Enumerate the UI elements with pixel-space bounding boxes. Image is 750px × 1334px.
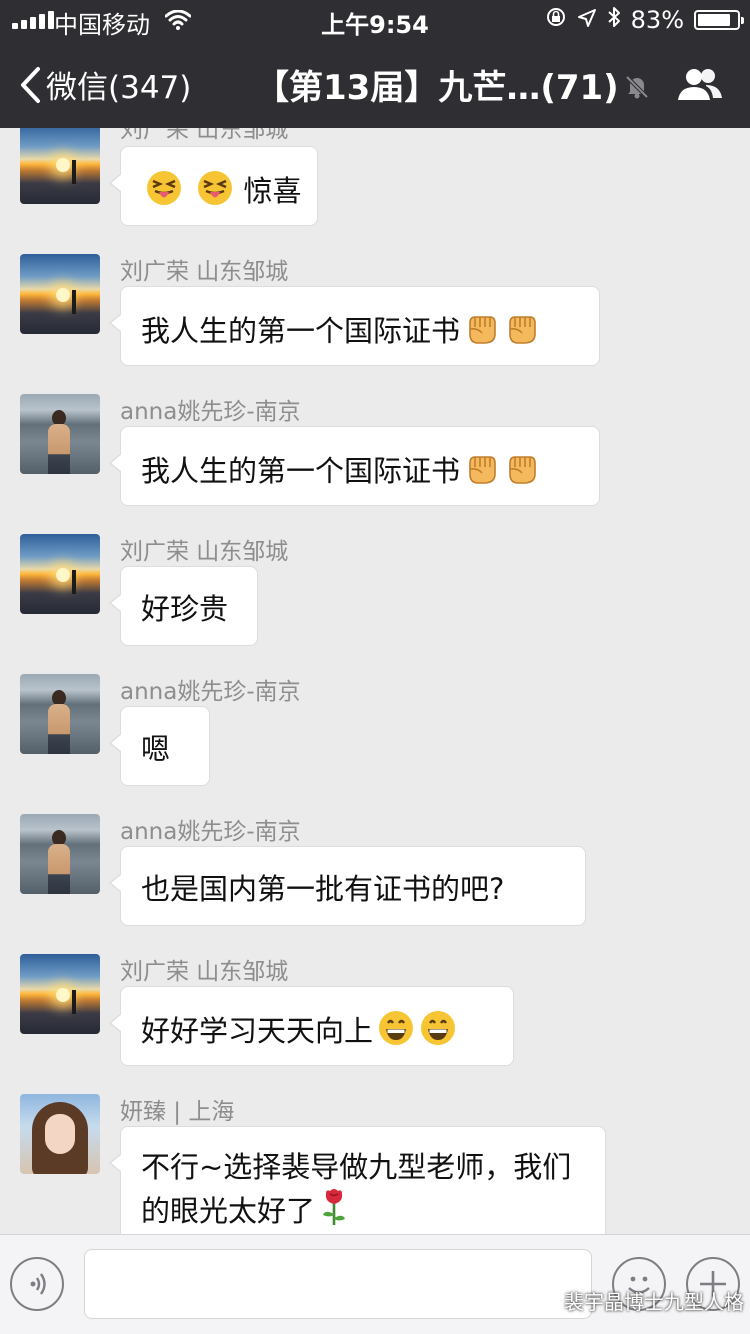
sender-avatar[interactable] <box>20 1094 100 1174</box>
sender-avatar[interactable] <box>20 814 100 894</box>
message-text: 好好学习天天向上 <box>141 1014 374 1048</box>
grinning-emoji <box>421 1011 456 1045</box>
sender-name: 刘广荣 山东邹城 <box>120 959 289 985</box>
message-text: 我人生的第一个国际证书 <box>141 314 461 348</box>
sender-avatar[interactable] <box>20 128 100 204</box>
orientation-lock-icon <box>545 6 567 34</box>
watermark-text: 裴宇晶博士九型人格 <box>564 1290 744 1314</box>
chat-area[interactable]: 刘广荣 山东邹城 惊喜 刘广荣 山东邹城 我人生的第一个国际证书 anna姚先珍… <box>0 128 750 1234</box>
chevron-left-icon <box>21 66 40 103</box>
rose-emoji <box>323 1189 346 1225</box>
battery-icon <box>694 10 744 30</box>
voice-input-button[interactable] <box>10 1257 64 1311</box>
chat-title: 【第13届】九芒…(71) <box>255 68 619 108</box>
sender-name: anna姚先珍-南京 <box>120 399 301 425</box>
message-bubble[interactable]: 好珍贵 <box>109 566 258 646</box>
raised-fist-emoji <box>509 456 536 484</box>
sender-name: 刘广荣 山东邹城 <box>120 539 289 565</box>
sender-avatar[interactable] <box>20 534 100 614</box>
message-bubble[interactable]: 我人生的第一个国际证书 <box>109 426 600 506</box>
navigation-bar: 微信(347) 【第13届】九芒…(71) <box>0 46 750 126</box>
group-members-button[interactable] <box>676 66 724 108</box>
status-icons: 83% <box>545 6 744 34</box>
sender-name: 妍臻 | 上海 <box>120 1099 235 1125</box>
back-label: 微信(347) <box>46 70 192 106</box>
sender-name: 刘广荣 山东邹城 <box>120 259 289 285</box>
wechat-logo-icon <box>528 1289 557 1311</box>
message-text: 我人生的第一个国际证书 <box>141 454 461 488</box>
location-icon <box>577 6 597 34</box>
message-bubble[interactable]: 也是国内第一批有证书的吧? <box>109 846 586 926</box>
sender-name: anna姚先珍-南京 <box>120 819 301 845</box>
message-bubble[interactable]: 嗯 <box>109 706 210 786</box>
squinting-tongue-emoji <box>147 171 181 205</box>
sender-avatar[interactable] <box>20 394 100 474</box>
people-icon <box>678 69 722 100</box>
watermark: 裴宇晶博士九型人格 <box>528 1286 744 1315</box>
squinting-tongue-emoji <box>198 171 233 205</box>
back-button[interactable]: 微信(347) <box>18 62 191 107</box>
message-text: 好珍贵 <box>141 592 229 626</box>
sender-name: anna姚先珍-南京 <box>120 679 301 705</box>
status-bar: 中国移动 上午9:54 83% <box>0 0 750 40</box>
battery-percent: 83% <box>630 6 684 34</box>
raised-fist-emoji <box>509 316 536 344</box>
bluetooth-icon <box>607 6 621 34</box>
sender-avatar[interactable] <box>20 954 100 1034</box>
message-bubble[interactable]: 我人生的第一个国际证书 <box>109 286 600 366</box>
battery-fill <box>698 14 730 26</box>
sender-avatar[interactable] <box>20 674 100 754</box>
raised-fist-emoji <box>469 316 496 344</box>
voice-icon <box>30 1273 46 1295</box>
mute-bell-icon <box>624 74 650 104</box>
raised-fist-emoji <box>469 456 496 484</box>
sender-name: 刘广荣 山东邹城 <box>120 128 289 143</box>
message-text: 惊喜 <box>243 174 302 208</box>
message-bubble[interactable]: 不行~选择裴导做九型老师，我们的眼光太好了 <box>109 1126 606 1234</box>
input-bar <box>0 1234 750 1334</box>
sender-avatar[interactable] <box>20 254 100 334</box>
message-text: 不行~选择裴导做九型老师，我们的眼光太好了 <box>141 1150 572 1228</box>
message-input[interactable] <box>84 1249 592 1319</box>
message-text: 也是国内第一批有证书的吧? <box>141 872 505 906</box>
message-bubble[interactable]: 惊喜 <box>109 146 318 226</box>
message-text: 嗯 <box>141 732 171 766</box>
message-bubble[interactable]: 好好学习天天向上 <box>109 986 514 1066</box>
grinning-emoji <box>379 1011 414 1045</box>
top-bar: 中国移动 上午9:54 83% 微信(347) 【第13届】九芒…(71) <box>0 0 750 128</box>
